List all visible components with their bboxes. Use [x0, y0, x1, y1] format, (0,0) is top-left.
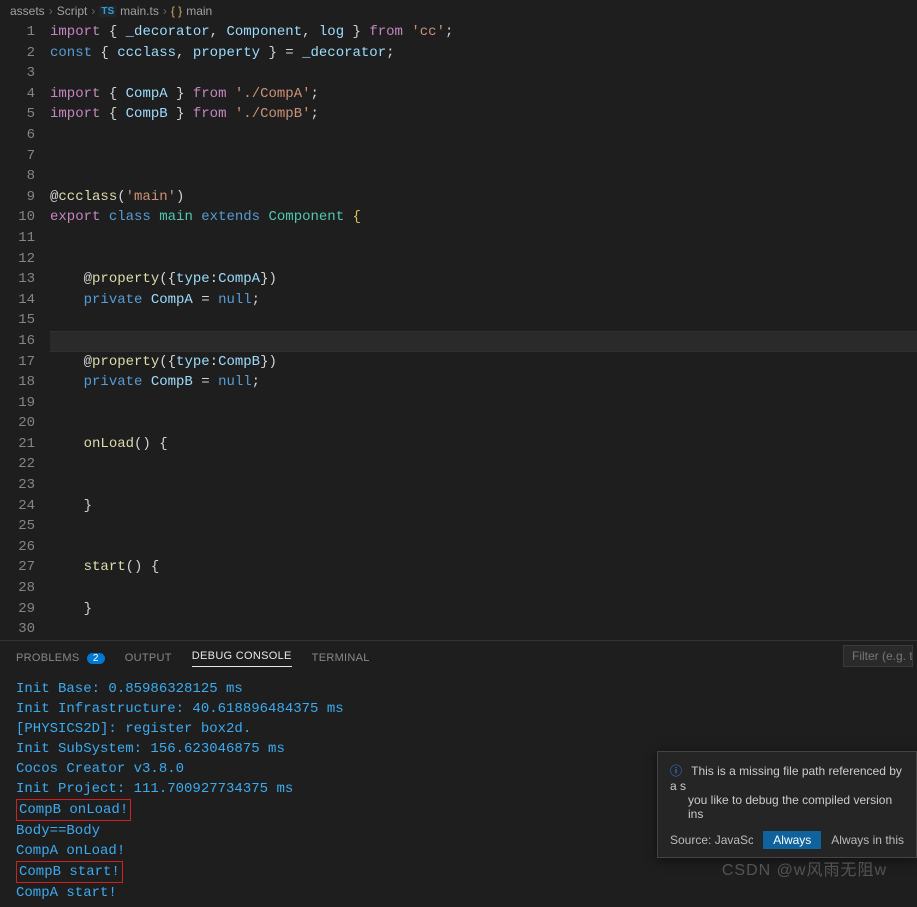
console-line: CompA start! — [16, 883, 901, 903]
tab-problems[interactable]: PROBLEMS 2 — [16, 652, 105, 664]
code-line[interactable]: private CompA = null; — [50, 290, 917, 311]
code-editor[interactable]: 1234567891011121314151617181920212223242… — [0, 22, 917, 640]
code-line[interactable] — [50, 393, 917, 414]
chevron-right-icon: › — [49, 4, 53, 18]
typescript-file-icon: TS — [99, 6, 116, 17]
code-line[interactable]: import { _decorator, Component, log } fr… — [50, 22, 917, 43]
symbol-class-icon: { } — [171, 4, 182, 18]
tab-output[interactable]: OUTPUT — [125, 652, 172, 664]
code-line[interactable]: } — [50, 599, 917, 620]
code-line[interactable]: const { ccclass, property } = _decorator… — [50, 43, 917, 64]
code-area[interactable]: import { _decorator, Component, log } fr… — [50, 22, 917, 640]
code-line[interactable]: @property({type:CompB}) — [50, 352, 917, 373]
always-in-this-link[interactable]: Always in this — [831, 833, 904, 847]
code-line[interactable] — [50, 537, 917, 558]
panel-tabs: PROBLEMS 2 OUTPUT DEBUG CONSOLE TERMINAL… — [0, 641, 917, 675]
problems-badge: 2 — [87, 653, 105, 664]
chevron-right-icon: › — [91, 4, 95, 18]
notification-message: This is a missing file path referenced b… — [670, 764, 902, 793]
breadcrumb-file[interactable]: main.ts — [120, 4, 159, 18]
code-line[interactable] — [50, 249, 917, 270]
always-button[interactable]: Always — [763, 831, 821, 849]
code-line[interactable] — [50, 475, 917, 496]
code-line[interactable]: onLoad() { — [50, 434, 917, 455]
code-line[interactable] — [50, 146, 917, 167]
code-line[interactable] — [50, 166, 917, 187]
filter-input[interactable]: Filter (e.g. text — [843, 645, 913, 667]
info-icon: ⓘ — [670, 764, 682, 778]
breadcrumb-part[interactable]: Script — [57, 4, 88, 18]
console-line: Init Infrastructure: 40.618896484375 ms — [16, 699, 901, 719]
code-line[interactable] — [50, 454, 917, 475]
line-number-gutter: 1234567891011121314151617181920212223242… — [0, 22, 50, 640]
code-line[interactable] — [50, 228, 917, 249]
code-line[interactable] — [50, 578, 917, 599]
code-line[interactable]: @ccclass('main') — [50, 187, 917, 208]
code-line[interactable]: import { CompA } from './CompA'; — [50, 84, 917, 105]
tab-label: PROBLEMS — [16, 652, 80, 664]
console-line: [PHYSICS2D]: register box2d. — [16, 719, 901, 739]
code-line[interactable] — [50, 63, 917, 84]
code-line[interactable] — [50, 413, 917, 434]
notification-source: Source: JavaScript... — [670, 833, 753, 847]
breadcrumb-symbol[interactable]: main — [186, 4, 212, 18]
code-line[interactable]: @property({type:CompA}) — [50, 269, 917, 290]
tab-debug-console[interactable]: DEBUG CONSOLE — [192, 650, 292, 667]
code-line[interactable]: } — [50, 496, 917, 517]
notification-message: you like to debug the compiled version i… — [670, 793, 904, 821]
code-line[interactable]: import { CompB } from './CompB'; — [50, 104, 917, 125]
code-line[interactable]: private CompB = null; — [50, 372, 917, 393]
code-line[interactable] — [50, 125, 917, 146]
console-line: Init Base: 0.85986328125 ms — [16, 679, 901, 699]
chevron-right-icon: › — [163, 4, 167, 18]
code-line[interactable]: export class main extends Component { — [50, 207, 917, 228]
breadcrumb-part[interactable]: assets — [10, 4, 45, 18]
code-line[interactable] — [50, 619, 917, 640]
notification-toast: ⓘ This is a missing file path referenced… — [657, 751, 917, 858]
code-line[interactable]: start() { — [50, 557, 917, 578]
code-line[interactable] — [50, 516, 917, 537]
tab-terminal[interactable]: TERMINAL — [312, 652, 370, 664]
watermark: CSDN @w风雨无阻w — [722, 856, 887, 880]
code-line[interactable] — [50, 310, 917, 331]
breadcrumb: assets › Script › TS main.ts › { } main — [0, 0, 917, 22]
